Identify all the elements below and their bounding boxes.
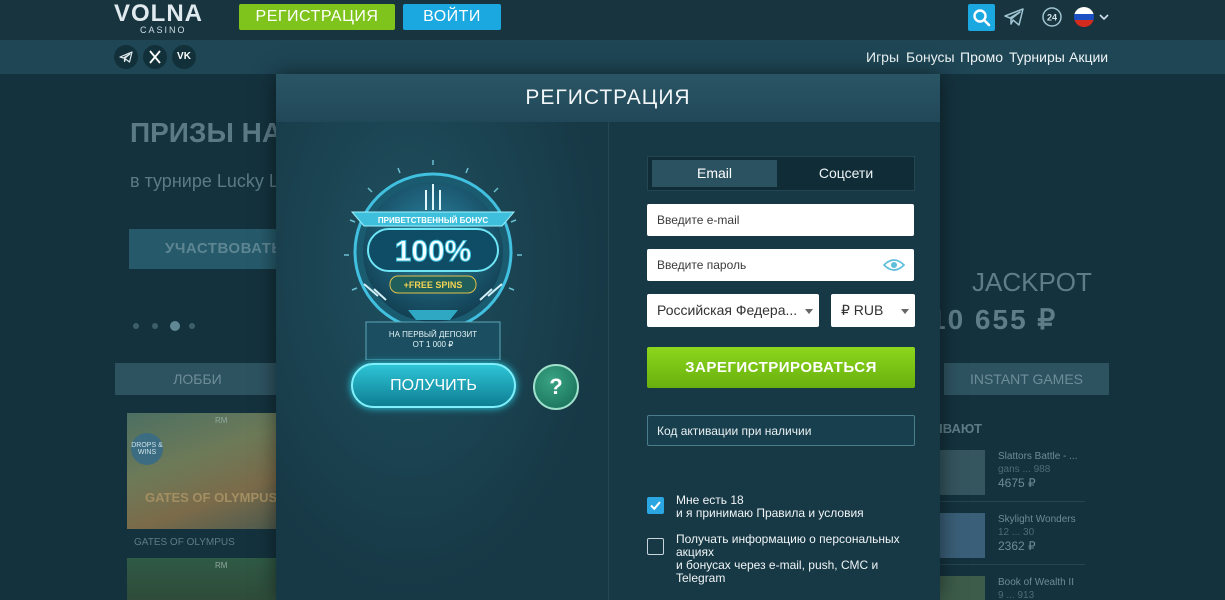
chevron-down-icon (1099, 14, 1109, 21)
modal-divider (608, 122, 609, 600)
side-game-meta: 12 ... 30 (998, 527, 1035, 538)
nav-actions[interactable]: Акции (1069, 49, 1108, 65)
nav-bonuses[interactable]: Бонусы (906, 49, 955, 65)
show-password-toggle[interactable] (882, 258, 906, 272)
side-game-value: 2362 ₽ (998, 539, 1036, 553)
game-tag: RM (215, 416, 228, 425)
marketing-consent-label: Получать информацию о персональных акция… (676, 533, 916, 585)
tab-instant-games[interactable]: INSTANT GAMES (944, 363, 1109, 395)
telegram-social-link[interactable] (114, 45, 138, 69)
jackpot-label: JACKPOT (972, 267, 1092, 297)
get-bonus-button[interactable]: ПОЛУЧИТЬ (351, 363, 516, 408)
telegram-link[interactable] (1003, 7, 1025, 27)
support-24-button[interactable]: 24 (1041, 6, 1063, 28)
age-terms-checkbox[interactable] (647, 497, 664, 514)
carousel-dot[interactable] (133, 323, 139, 329)
carousel-dots (133, 321, 203, 331)
email-input[interactable] (647, 204, 914, 236)
game-tile[interactable] (127, 558, 277, 600)
game-tile-gates-of-olympus[interactable]: DROPS & WINS (127, 413, 277, 529)
currency-value: ₽ RUB (841, 302, 884, 318)
carousel-dot[interactable] (152, 323, 158, 329)
chevron-down-icon (901, 309, 909, 314)
side-game-meta: 9 ... 913 (998, 590, 1035, 600)
language-selector[interactable] (1074, 7, 1094, 27)
russia-flag-icon (1074, 7, 1094, 27)
logo-subtext: CASINO (140, 25, 187, 35)
marketing-consent-line1: Получать информацию о персональных акция… (676, 532, 900, 559)
game-tag: RM (215, 561, 228, 570)
game-name: GATES OF OLYMPUS (134, 537, 235, 548)
x-twitter-icon (149, 50, 161, 64)
x-social-link[interactable] (143, 45, 167, 69)
telegram-icon (119, 51, 133, 63)
side-game-value: 4675 ₽ (998, 476, 1036, 490)
header-login-button[interactable]: ВОЙТИ (403, 4, 501, 30)
side-game-row[interactable]: Book of Wealth II 9 ... 913 (940, 573, 1085, 600)
tab-lobby[interactable]: ЛОББИ (115, 363, 280, 395)
marketing-consent-line2: и бонусах через e-mail, push, СМС и Tele… (676, 558, 879, 585)
side-game-row[interactable]: Skylight Wonders 12 ... 30 2362 ₽ (940, 510, 1085, 565)
support-24-icon: 24 (1042, 7, 1062, 27)
game-tile-title: GATES OF OLYMPUS (145, 490, 278, 505)
carousel-dot[interactable] (189, 323, 195, 329)
carousel-dot-active[interactable] (170, 321, 180, 331)
bonus-badge-graphic: ПРИВЕТСТВЕННЫЙ БОНУС 100% +FREE SPINS НА… (344, 160, 522, 361)
side-game-name: Book of Wealth II (998, 577, 1074, 588)
bonus-help-button[interactable]: ? (533, 364, 579, 410)
logo-text: VOLNA (114, 0, 203, 27)
search-icon (973, 9, 991, 27)
bonus-deposit-line2: ОТ 1 000 ₽ (413, 340, 454, 349)
register-submit-button[interactable]: ЗАРЕГИСТРИРОВАТЬСЯ (647, 347, 915, 388)
bonus-free-spins: +FREE SPINS (404, 280, 463, 290)
side-game-name: Skylight Wonders (998, 514, 1076, 525)
currency-select[interactable]: ₽ RUB (831, 294, 915, 327)
welcome-bonus-badge: ПРИВЕТСТВЕННЫЙ БОНУС 100% +FREE SPINS НА… (338, 160, 528, 361)
password-input[interactable] (647, 249, 914, 281)
promo-code-input[interactable] (647, 415, 915, 446)
registration-modal: РЕГИСТРАЦИЯ ПРИВЕТСТВЕННЫЙ БОНУС 100% +F… (276, 74, 940, 600)
marketing-consent-checkbox[interactable] (647, 538, 664, 555)
support-24-text: 24 (1047, 13, 1057, 23)
modal-title: РЕГИСТРАЦИЯ (525, 86, 691, 109)
top-header: VOLNA CASINO РЕГИСТРАЦИЯ ВОЙТИ 24 (0, 0, 1225, 40)
age-terms-line2: и я принимаю Правила и условия (676, 506, 864, 520)
nav-tournaments[interactable]: Турниры (1009, 49, 1065, 65)
bonus-welcome-text: ПРИВЕТСТВЕННЫЙ БОНУС (378, 216, 489, 225)
country-select[interactable]: Российская Федера... (647, 294, 819, 327)
header-register-button[interactable]: РЕГИСТРАЦИЯ (239, 4, 395, 30)
nav-games[interactable]: Игры (866, 49, 899, 65)
jackpot-value: 10 655 ₽ (930, 304, 1058, 335)
language-chevron[interactable] (1098, 10, 1110, 22)
search-button[interactable] (968, 4, 995, 31)
game-thumbnail (940, 450, 985, 495)
telegram-icon (1004, 8, 1024, 26)
side-game-row[interactable]: Slattors Battle - ... gans ... 988 4675 … (940, 447, 1085, 502)
drops-wins-badge: DROPS & WINS (131, 433, 163, 465)
volna-logo[interactable]: VOLNA CASINO (114, 2, 209, 36)
modal-header: РЕГИСТРАЦИЯ (276, 74, 940, 122)
bonus-percent: 100% (395, 235, 472, 268)
checkmark-icon (650, 501, 661, 511)
side-game-name: Slattors Battle - ... (998, 451, 1078, 462)
age-terms-label: Мне есть 18 и я принимаю Правила и услов… (676, 494, 916, 520)
eye-icon (882, 259, 906, 271)
nav-promo[interactable]: Промо (960, 49, 1003, 65)
side-game-meta: gans ... 988 (998, 464, 1051, 475)
chevron-down-icon (805, 309, 813, 314)
country-value: Российская Федера... (657, 302, 798, 318)
game-thumbnail (940, 576, 985, 600)
registration-method-tabs: Email Соцсети (647, 156, 915, 191)
tab-social-networks[interactable]: Соцсети (781, 160, 911, 187)
vk-social-link[interactable]: VK (172, 45, 196, 69)
bonus-deposit-line1: НА ПЕРВЫЙ ДЕПОЗИТ (389, 330, 477, 339)
tab-email[interactable]: Email (652, 160, 777, 187)
game-thumbnail (940, 513, 985, 558)
